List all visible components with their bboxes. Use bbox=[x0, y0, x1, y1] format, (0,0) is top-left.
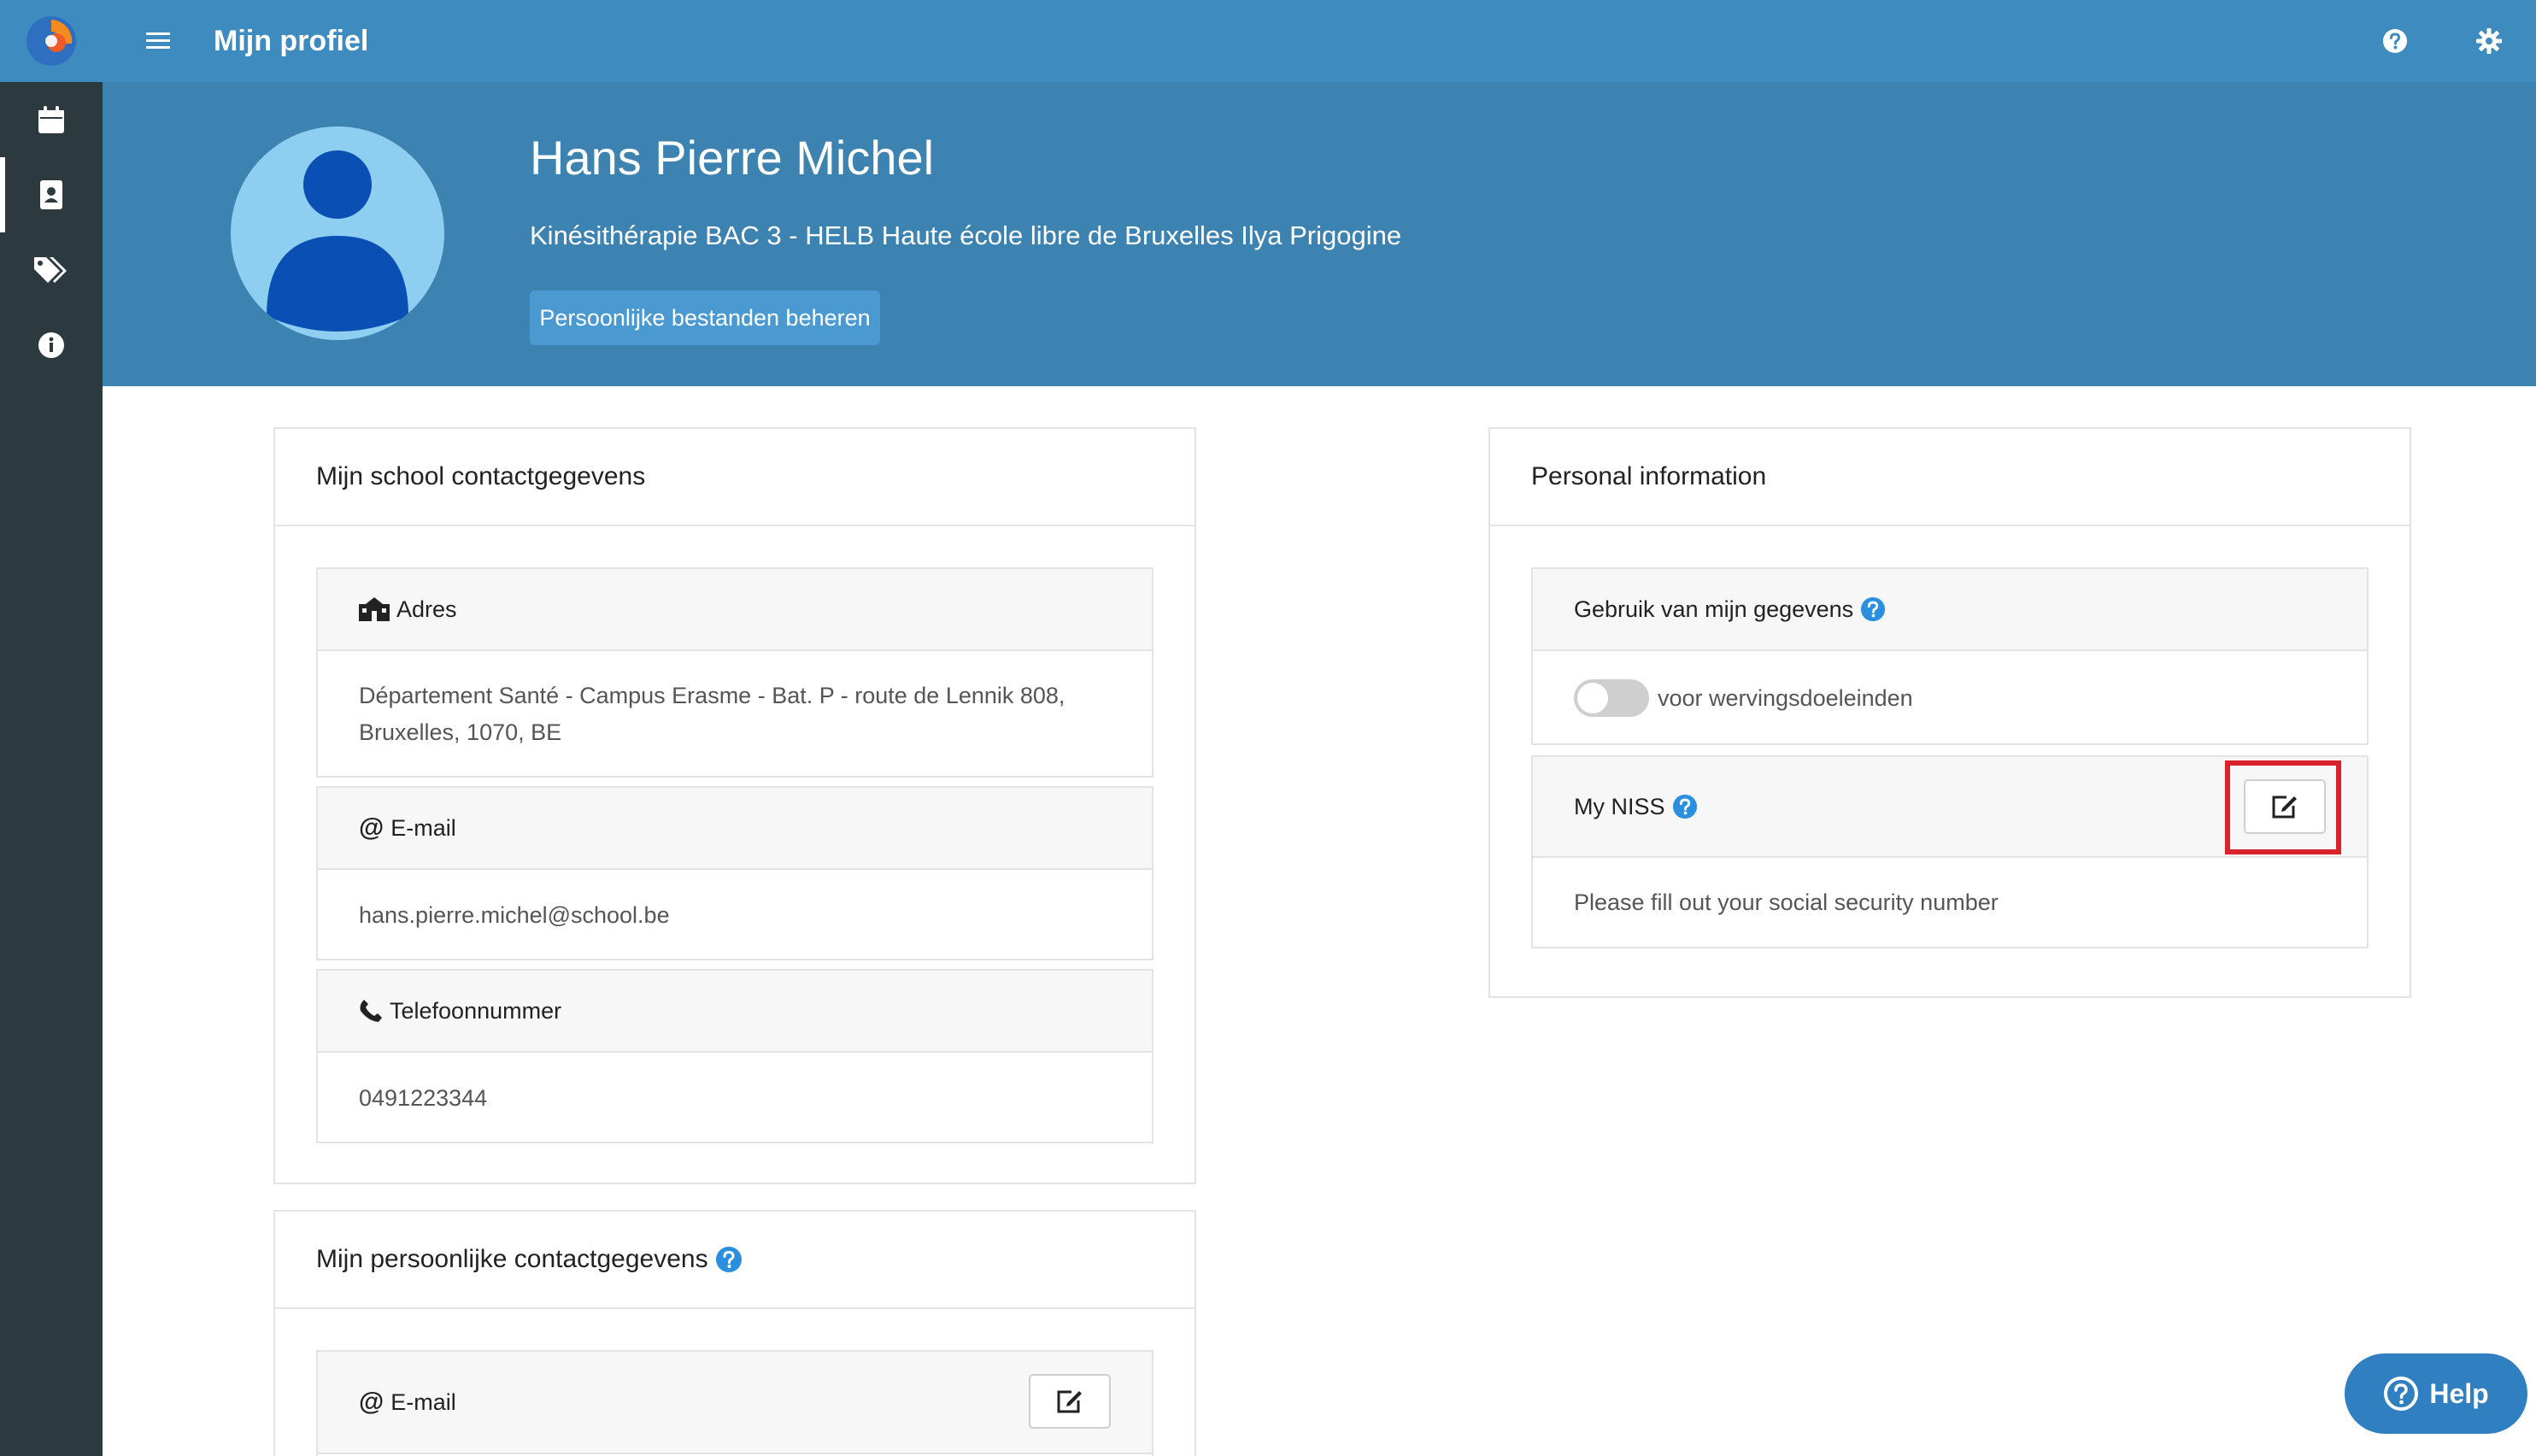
app-logo[interactable] bbox=[0, 0, 103, 82]
personal-email-label: E-mail bbox=[390, 1388, 456, 1415]
at-sign-icon: @ bbox=[359, 1388, 385, 1416]
help-top-button[interactable] bbox=[2348, 28, 2442, 54]
personal-email-panel: @ E-mail bbox=[316, 1350, 1154, 1456]
sidebar-item-profile[interactable] bbox=[0, 157, 103, 232]
edit-icon bbox=[2272, 796, 2297, 819]
edit-personal-email-button[interactable] bbox=[1029, 1374, 1111, 1429]
menu-toggle-button[interactable] bbox=[103, 31, 214, 51]
top-actions bbox=[2348, 0, 2536, 82]
at-sign-icon: @ bbox=[359, 813, 385, 842]
sidebar-item-tags[interactable] bbox=[0, 232, 103, 308]
recruitment-row: voor wervingsdoeleinden bbox=[1533, 651, 2367, 745]
personal-contact-help-icon[interactable] bbox=[715, 1246, 743, 1273]
calendar-icon bbox=[38, 106, 64, 133]
data-usage-help-icon[interactable] bbox=[1860, 596, 1886, 622]
school-contact-card: Mijn school contactgegevens Adres Départ… bbox=[273, 427, 1196, 1184]
school-email-panel: @ E-mail hans.pierre.michel@school.be bbox=[316, 786, 1154, 960]
gear-icon bbox=[2476, 28, 2502, 54]
profile-name: Hans Pierre Michel bbox=[530, 131, 935, 185]
help-floating-button[interactable]: Help bbox=[2345, 1353, 2527, 1434]
address-label: Adres bbox=[396, 596, 457, 622]
address-value: Département Santé - Campus Erasme - Bat.… bbox=[318, 651, 1152, 778]
phone-value: 0491223344 bbox=[359, 1084, 488, 1111]
profile-hero: Hans Pierre Michel Kinésithérapie BAC 3 … bbox=[103, 82, 2536, 386]
school-contact-title: Mijn school contactgegevens bbox=[275, 429, 1195, 526]
personal-contact-title: Mijn persoonlijke contactgegevens bbox=[275, 1212, 1195, 1309]
page-title: Mijn profiel bbox=[214, 24, 369, 57]
school-contact-title-text: Mijn school contactgegevens bbox=[316, 462, 646, 490]
tags-icon bbox=[34, 257, 67, 283]
edit-niss-button[interactable] bbox=[2244, 779, 2326, 834]
address-line-2: Bruxelles, 1070, BE bbox=[359, 719, 562, 745]
school-email-value: hans.pierre.michel@school.be bbox=[359, 901, 670, 928]
school-building-icon bbox=[359, 597, 390, 621]
personal-contact-card: Mijn persoonlijke contactgegevens @ E-ma… bbox=[273, 1210, 1196, 1456]
personal-contact-title-text: Mijn persoonlijke contactgegevens bbox=[316, 1245, 708, 1273]
sidebar-item-calendar[interactable] bbox=[0, 82, 103, 157]
school-email-header: @ E-mail bbox=[318, 788, 1152, 870]
niss-hint: Please fill out your social security num… bbox=[1574, 889, 1999, 915]
recruitment-toggle[interactable] bbox=[1574, 679, 1649, 717]
id-card-icon bbox=[40, 180, 62, 209]
recruitment-label: voor wervingsdoeleinden bbox=[1658, 684, 1913, 711]
app-logo-icon bbox=[26, 16, 76, 66]
address-header: Adres bbox=[318, 569, 1152, 651]
phone-panel: Telefoonnummer 0491223344 bbox=[316, 969, 1154, 1143]
niss-panel: My NISS Please fill out your social secu… bbox=[1531, 755, 2369, 948]
personal-information-card: Personal information Gebruik van mijn ge… bbox=[1488, 427, 2411, 998]
sidebar bbox=[0, 0, 103, 1456]
user-silhouette-icon bbox=[267, 150, 408, 332]
profile-program: Kinésithérapie BAC 3 - HELB Haute école … bbox=[530, 220, 1402, 250]
personal-email-header: @ E-mail bbox=[318, 1352, 1152, 1454]
settings-button[interactable] bbox=[2442, 28, 2536, 54]
sidebar-item-info[interactable] bbox=[0, 308, 103, 383]
phone-header: Telefoonnummer bbox=[318, 971, 1152, 1053]
personal-info-title-text: Personal information bbox=[1531, 462, 1767, 490]
niss-header: My NISS bbox=[1533, 757, 2367, 858]
niss-label: My NISS bbox=[1574, 793, 1665, 819]
info-icon bbox=[38, 332, 64, 358]
manage-files-button[interactable]: Persoonlijke bestanden beheren bbox=[530, 291, 880, 345]
data-usage-panel: Gebruik van mijn gegevens voor wervingsd… bbox=[1531, 567, 2369, 745]
data-usage-header: Gebruik van mijn gegevens bbox=[1533, 569, 2367, 651]
help-floating-label: Help bbox=[2429, 1377, 2489, 1409]
address-line-1: Département Santé - Campus Erasme - Bat.… bbox=[359, 683, 1065, 708]
niss-help-icon[interactable] bbox=[1672, 794, 1698, 819]
phone-icon bbox=[359, 999, 383, 1023]
address-panel: Adres Département Santé - Campus Erasme … bbox=[316, 567, 1154, 778]
question-circle-icon bbox=[2384, 1377, 2419, 1411]
top-bar: Mijn profiel bbox=[103, 0, 2536, 82]
personal-info-title: Personal information bbox=[1490, 429, 2410, 526]
data-usage-label: Gebruik van mijn gegevens bbox=[1574, 596, 1854, 622]
edit-icon bbox=[1057, 1390, 1082, 1413]
phone-label: Telefoonnummer bbox=[390, 997, 562, 1024]
school-email-label: E-mail bbox=[390, 814, 456, 841]
hamburger-icon bbox=[146, 32, 170, 49]
avatar bbox=[231, 126, 444, 340]
question-circle-icon bbox=[2383, 29, 2407, 53]
